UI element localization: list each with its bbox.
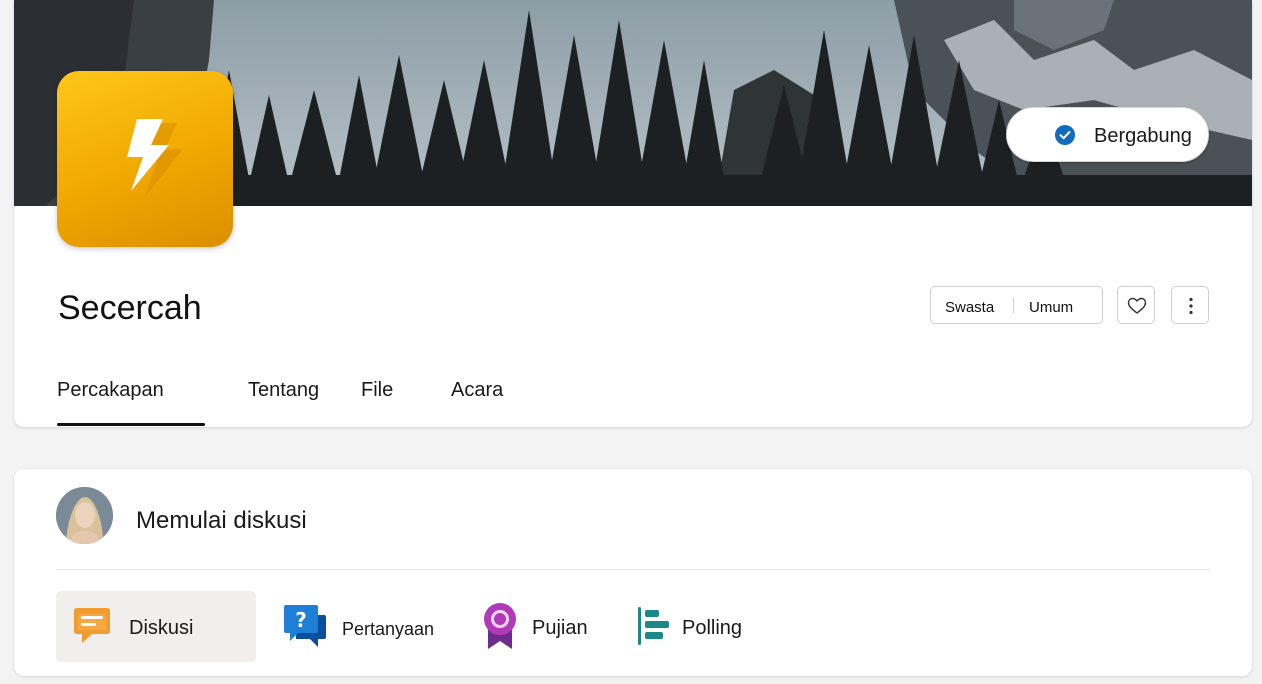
active-tab-indicator	[57, 423, 205, 426]
more-vertical-icon	[1189, 297, 1193, 315]
tab-files[interactable]: File	[361, 379, 393, 402]
visibility-divider	[1013, 298, 1014, 313]
group-logo	[57, 71, 233, 247]
tab-about[interactable]: Tentang	[248, 379, 319, 402]
poll-icon	[638, 607, 669, 645]
group-header-card: Bergabung Secercah Swasta Umum Percakapa…	[14, 0, 1252, 427]
discussion-icon	[74, 608, 110, 643]
heart-icon	[1127, 297, 1147, 314]
post-type-question[interactable]: ? Pertanyaan	[276, 591, 446, 662]
tab-conversations[interactable]: Percakapan	[57, 379, 164, 402]
question-icon: ?	[284, 605, 326, 647]
post-type-discussion[interactable]: Diskusi	[56, 591, 256, 662]
svg-text:?: ?	[295, 608, 307, 632]
checkmark-circle-icon	[1055, 125, 1075, 145]
praise-icon	[484, 603, 516, 649]
post-type-discussion-label: Diskusi	[129, 617, 194, 639]
post-type-praise-label: Pujian	[532, 617, 588, 639]
post-type-poll-label: Polling	[682, 617, 743, 639]
group-tabs: Percakapan Tentang File Acara	[14, 370, 1252, 427]
visibility-toggle[interactable]: Swasta Umum	[930, 286, 1103, 324]
post-type-poll[interactable]: Polling	[632, 591, 782, 662]
visibility-option-public[interactable]: Umum	[1029, 299, 1073, 316]
start-discussion-prompt[interactable]: Memulai diskusi	[136, 507, 307, 535]
post-type-praise[interactable]: Pujian	[476, 591, 616, 662]
more-options-button[interactable]	[1171, 286, 1209, 324]
composer-card: Memulai diskusi Diskusi ? Pertanyaan Puj…	[14, 469, 1252, 676]
group-title: Secercah	[58, 289, 202, 327]
favorite-button[interactable]	[1117, 286, 1155, 324]
join-button[interactable]: Bergabung	[1006, 107, 1209, 162]
lightning-bolt-icon	[127, 119, 183, 195]
divider	[56, 569, 1210, 570]
join-button-label: Bergabung	[1094, 125, 1192, 147]
post-type-question-label: Pertanyaan	[342, 619, 435, 639]
avatar	[56, 487, 113, 544]
visibility-option-private[interactable]: Swasta	[945, 299, 994, 316]
tab-events[interactable]: Acara	[451, 379, 503, 402]
